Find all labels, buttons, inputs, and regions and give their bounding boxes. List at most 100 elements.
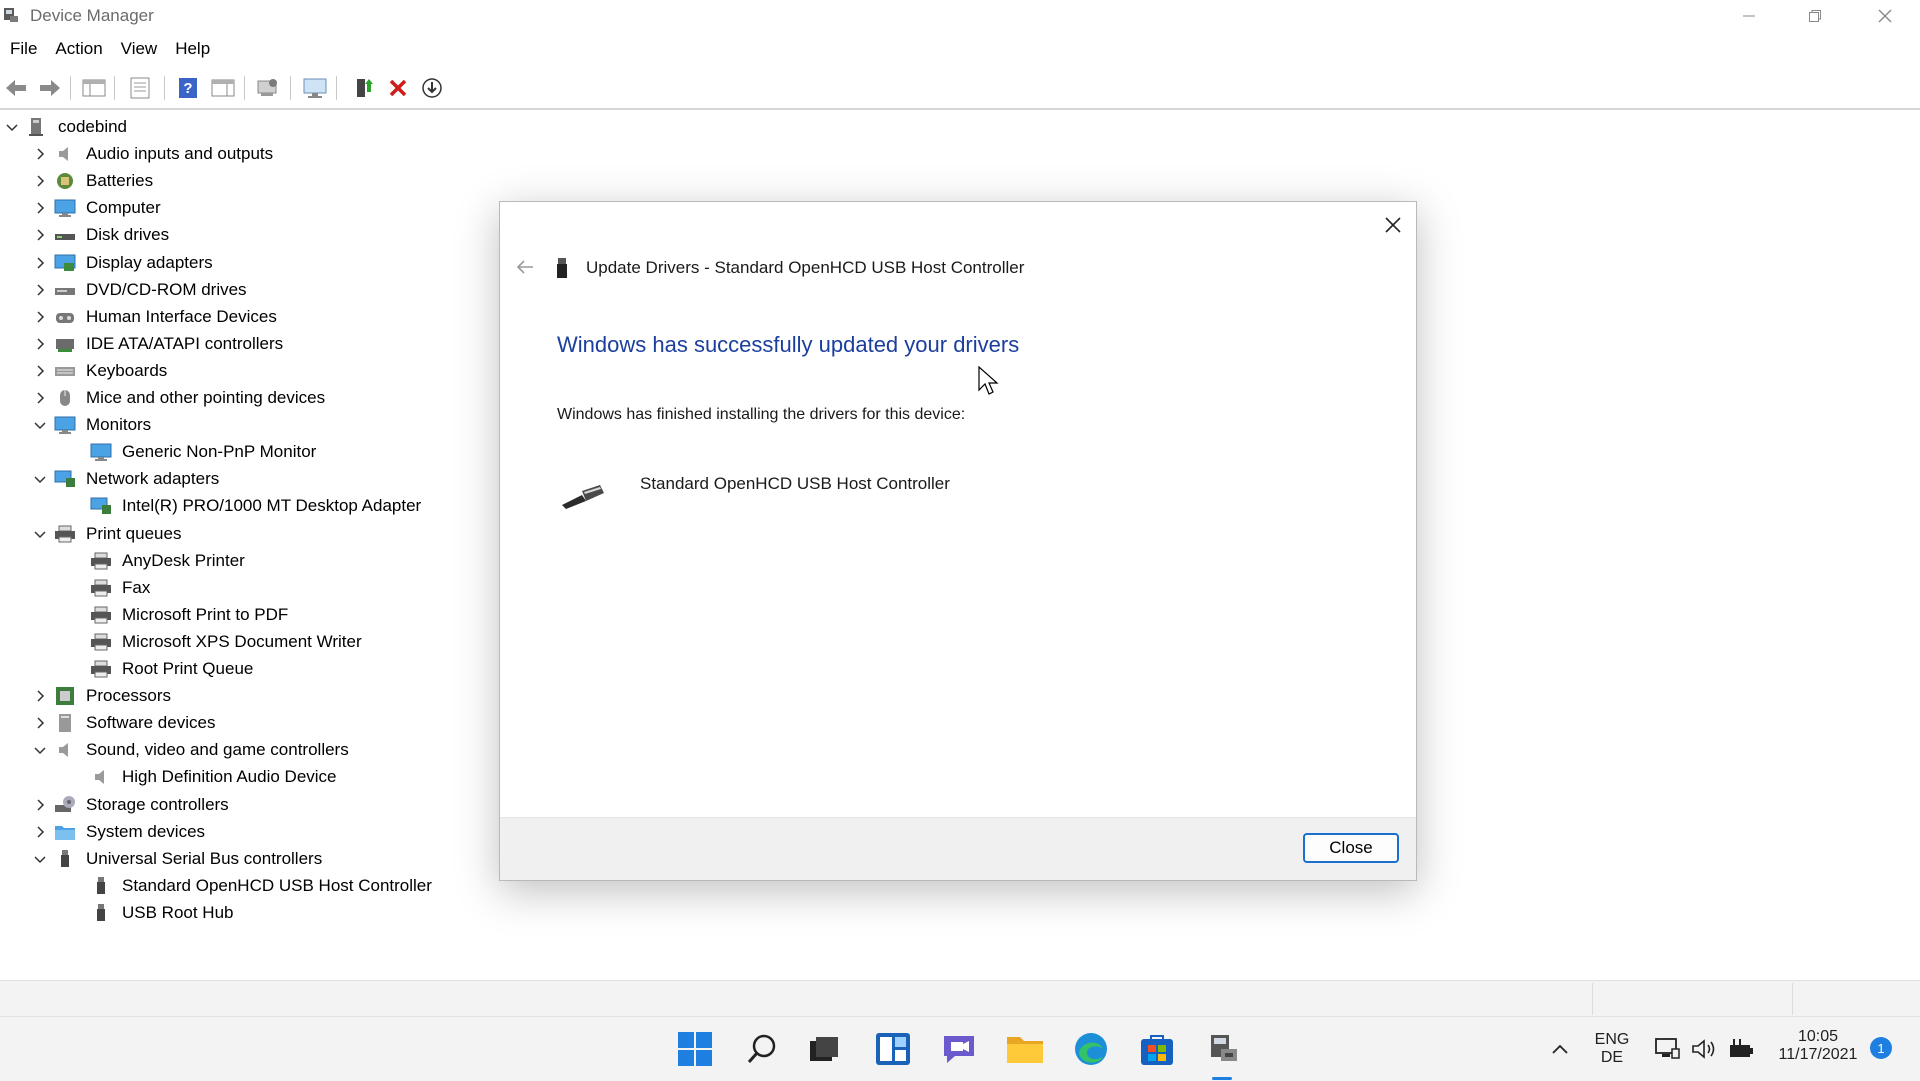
window-close-button[interactable]	[1852, 0, 1918, 32]
tree-category[interactable]: Network adapters	[32, 466, 219, 492]
download-button[interactable]	[418, 74, 446, 102]
tree-device[interactable]: Intel(R) PRO/1000 MT Desktop Adapter	[90, 493, 421, 519]
tree-category[interactable]: Monitors	[32, 412, 151, 438]
chevron-right-icon[interactable]	[32, 173, 48, 189]
tree-root[interactable]: codebind	[4, 114, 127, 140]
tree-category[interactable]: Human Interface Devices	[32, 304, 277, 330]
tree-category[interactable]: Disk drives	[32, 222, 169, 248]
chevron-right-icon[interactable]	[32, 390, 48, 406]
enable-device-button[interactable]	[350, 74, 378, 102]
chevron-down-icon[interactable]	[32, 526, 48, 542]
tree-category[interactable]: Display adapters	[32, 250, 213, 276]
help-button[interactable]: ?	[174, 74, 202, 102]
chat-button[interactable]	[939, 1029, 979, 1069]
widgets-button[interactable]	[873, 1029, 913, 1069]
tree-category[interactable]: Universal Serial Bus controllers	[32, 846, 322, 872]
chevron-right-icon[interactable]	[32, 797, 48, 813]
edge-browser-button[interactable]	[1071, 1029, 1111, 1069]
show-hidden-icons-button[interactable]	[1541, 1029, 1579, 1069]
tree-category[interactable]: IDE ATA/ATAPI controllers	[32, 331, 283, 357]
tree-item-label: Disk drives	[86, 225, 170, 245]
tree-device[interactable]: High Definition Audio Device	[90, 764, 337, 790]
restore-button[interactable]	[1782, 0, 1848, 32]
language-indicator[interactable]: ENG DE	[1592, 1031, 1632, 1067]
chevron-right-icon[interactable]	[32, 363, 48, 379]
chevron-right-icon[interactable]	[32, 227, 48, 243]
chevron-right-icon[interactable]	[32, 688, 48, 704]
chevron-up-icon	[1552, 1044, 1568, 1054]
chevron-right-icon[interactable]	[32, 255, 48, 271]
volume-tray-button[interactable]	[1686, 1029, 1722, 1069]
tree-device[interactable]: Microsoft Print to PDF	[90, 602, 288, 628]
tree-category[interactable]: Mice and other pointing devices	[32, 385, 325, 411]
tree-category[interactable]: Computer	[32, 195, 161, 221]
chevron-right-icon[interactable]	[32, 824, 48, 840]
properties-button[interactable]	[126, 74, 154, 102]
tree-device[interactable]: Fax	[90, 575, 150, 601]
tree-category[interactable]: Audio inputs and outputs	[32, 141, 273, 167]
tree-item-label: Intel(R) PRO/1000 MT Desktop Adapter	[122, 496, 422, 516]
notification-badge[interactable]: 1	[1870, 1037, 1892, 1059]
chevron-right-icon[interactable]	[32, 715, 48, 731]
network-icon	[54, 469, 76, 489]
chevron-down-icon[interactable]	[32, 417, 48, 433]
update-driver-button[interactable]	[301, 74, 329, 102]
device-manager-taskbar-button[interactable]	[1203, 1029, 1243, 1069]
tree-category[interactable]: Sound, video and game controllers	[32, 737, 349, 763]
forward-button[interactable]	[36, 74, 64, 102]
dialog-back-button[interactable]	[510, 254, 540, 280]
tree-category[interactable]: Keyboards	[32, 358, 167, 384]
menu-view[interactable]: View	[112, 36, 167, 62]
tree-device[interactable]: Microsoft XPS Document Writer	[90, 629, 362, 655]
chevron-down-icon[interactable]	[32, 742, 48, 758]
chevron-down-icon[interactable]	[4, 119, 20, 135]
dialog-footer: Close	[500, 817, 1416, 880]
chevron-right-icon[interactable]	[32, 309, 48, 325]
file-explorer-button[interactable]	[1005, 1029, 1045, 1069]
dialog-close-x-button[interactable]	[1378, 210, 1408, 240]
tree-device[interactable]: AnyDesk Printer	[90, 548, 245, 574]
tree-category[interactable]: Batteries	[32, 168, 153, 194]
back-button[interactable]	[2, 74, 30, 102]
minimize-button[interactable]	[1716, 0, 1782, 32]
search-button[interactable]	[742, 1029, 782, 1069]
tree-device[interactable]: Generic Non-PnP Monitor	[90, 439, 316, 465]
chevron-down-icon[interactable]	[32, 471, 48, 487]
battery-tray-button[interactable]	[1722, 1029, 1758, 1069]
menu-file[interactable]: File	[0, 36, 46, 62]
close-button[interactable]: Close	[1303, 833, 1399, 863]
chevron-right-icon[interactable]	[32, 146, 48, 162]
monitor-icon	[54, 415, 76, 435]
microsoft-store-button[interactable]	[1137, 1029, 1177, 1069]
uninstall-device-button[interactable]	[384, 74, 412, 102]
tree-category[interactable]: Print queues	[32, 521, 181, 547]
tree-category[interactable]: Storage controllers	[32, 792, 229, 818]
menu-help[interactable]: Help	[166, 36, 219, 62]
tree-item-label: Display adapters	[86, 252, 213, 272]
task-view-button[interactable]	[804, 1029, 844, 1069]
start-button[interactable]	[675, 1029, 715, 1069]
chevron-right-icon[interactable]	[32, 200, 48, 216]
menu-action[interactable]: Action	[46, 36, 111, 62]
chevron-right-icon[interactable]	[32, 336, 48, 352]
tree-device[interactable]: Root Print Queue	[90, 656, 253, 682]
clock[interactable]: 10:05 11/17/2021	[1770, 1028, 1866, 1064]
chevron-right-icon[interactable]	[32, 282, 48, 298]
show-hide-console-tree-button[interactable]	[80, 74, 108, 102]
tree-device[interactable]: USB Root Hub	[90, 900, 234, 926]
tree-device[interactable]: Standard OpenHCD USB Host Controller	[90, 873, 432, 899]
battery-plug-icon	[1730, 1039, 1753, 1057]
tree-category[interactable]: DVD/CD-ROM drives	[32, 277, 247, 303]
storage-icon	[54, 795, 76, 815]
network-tray-button[interactable]	[1649, 1029, 1685, 1069]
tree-category[interactable]: Processors	[32, 683, 171, 709]
action-pane-button[interactable]	[209, 74, 237, 102]
scan-hardware-changes-button[interactable]	[254, 74, 282, 102]
tree-item-label: Mice and other pointing devices	[86, 388, 326, 407]
tree-category[interactable]: System devices	[32, 819, 205, 845]
software-icon	[54, 713, 76, 733]
tree-category[interactable]: Software devices	[32, 710, 215, 736]
widgets-icon	[876, 1033, 910, 1065]
chevron-down-icon[interactable]	[32, 851, 48, 867]
store-icon	[1141, 1035, 1173, 1065]
